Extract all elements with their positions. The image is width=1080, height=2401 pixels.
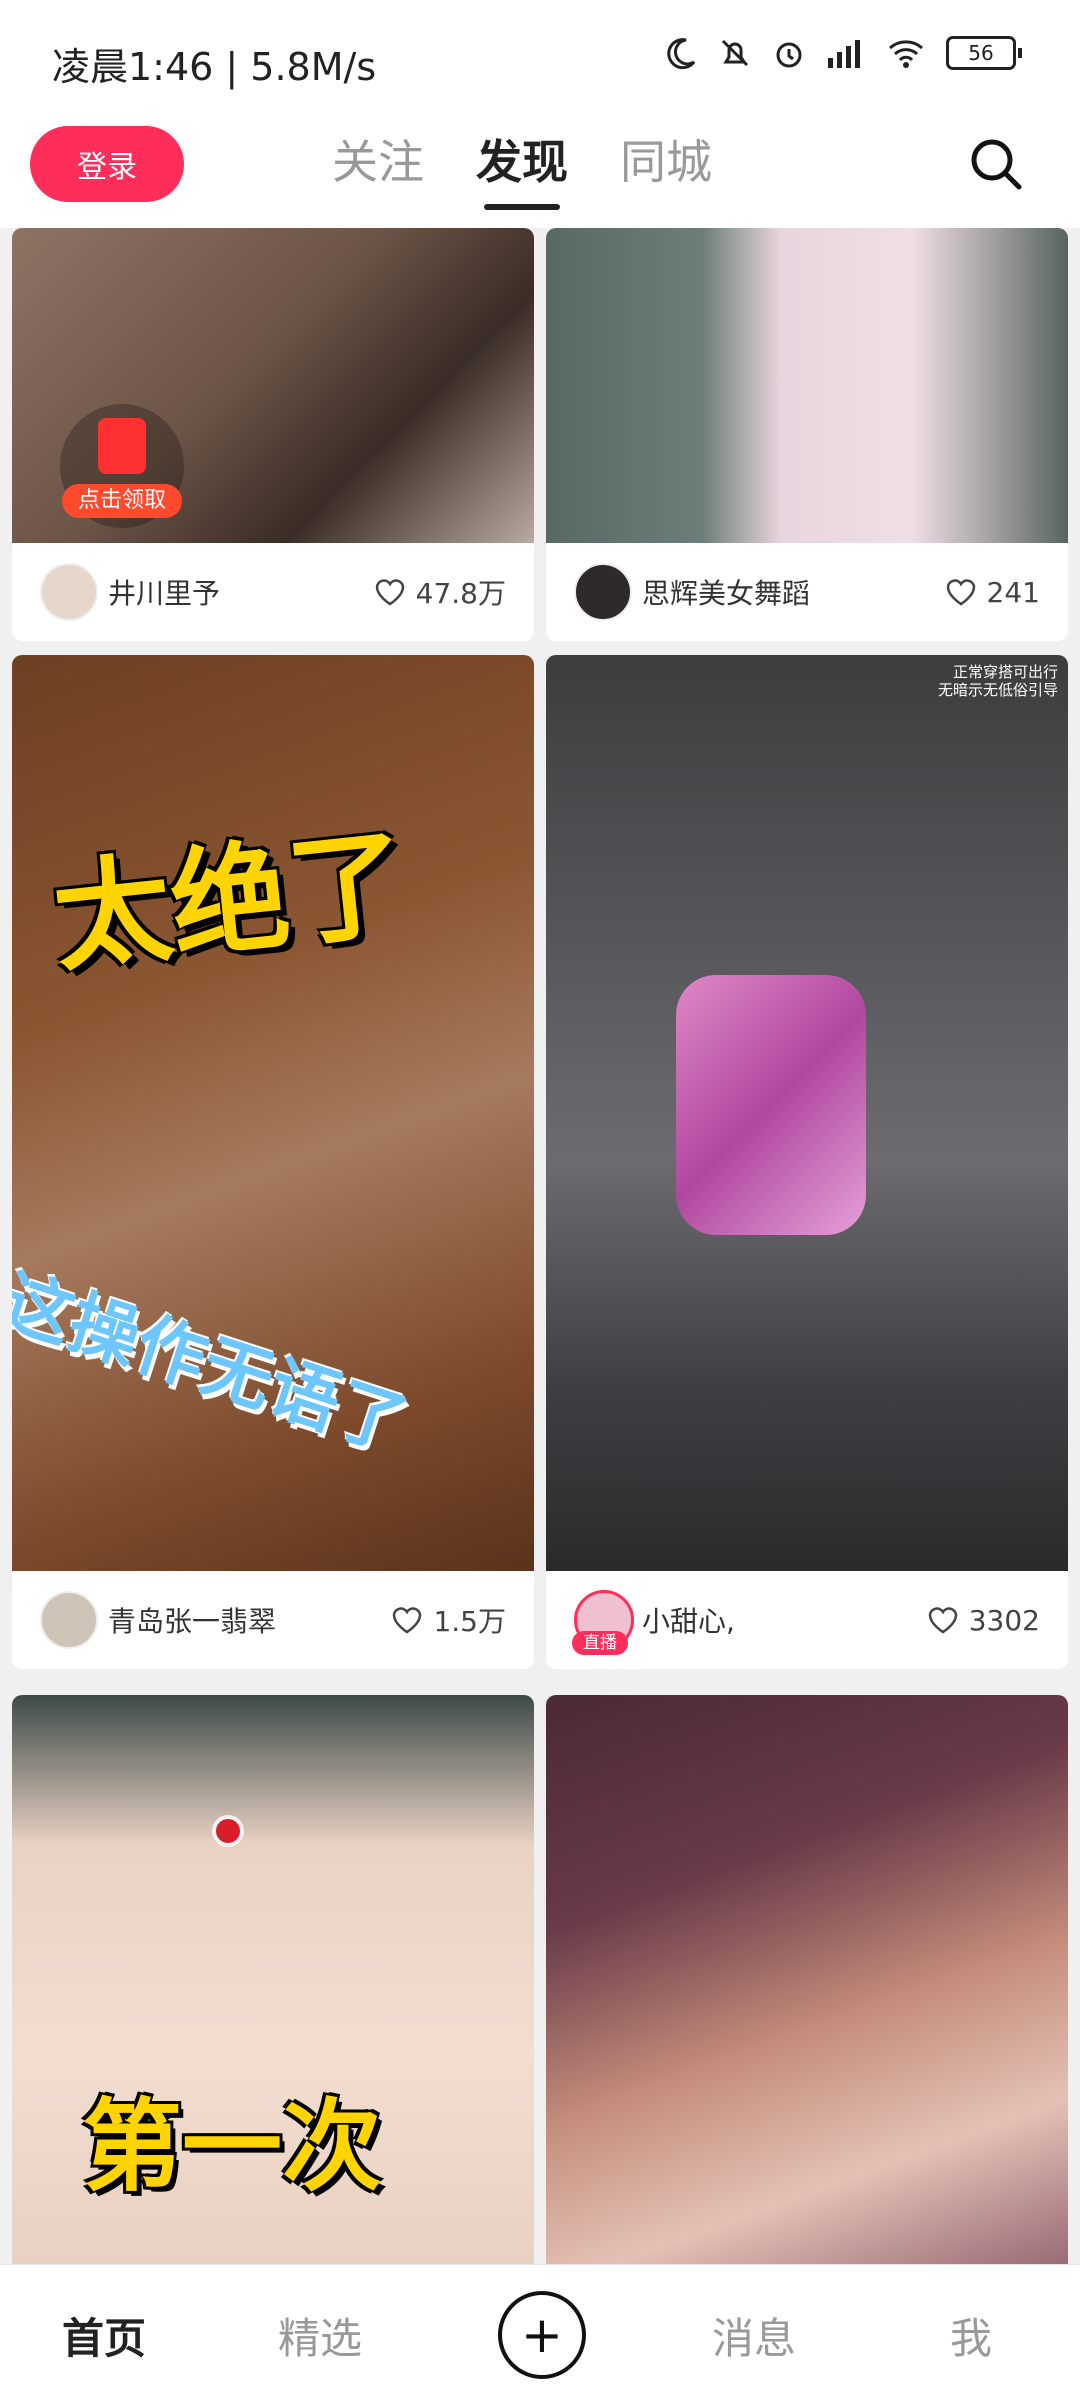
search-icon[interactable] — [968, 136, 1024, 192]
login-button[interactable]: 登录 — [30, 126, 184, 202]
video-thumbnail — [546, 228, 1068, 543]
muted-bell-icon — [721, 39, 749, 67]
like-button[interactable]: 47.8万 — [374, 572, 506, 612]
forehead-jewel — [212, 1815, 244, 1847]
avatar[interactable] — [40, 563, 98, 621]
avatar[interactable] — [40, 1591, 98, 1649]
heart-icon — [375, 579, 404, 606]
live-badge: 直播 — [572, 1631, 628, 1655]
nav-featured[interactable]: 精选 — [278, 2305, 362, 2366]
top-tabs: 关注 发现 同城 — [332, 126, 712, 210]
create-button[interactable]: + — [498, 2291, 586, 2379]
status-bar: 凌晨1:46 | 5.8M/s 56 — [0, 0, 1080, 118]
red-packet-icon — [98, 418, 146, 474]
tab-discover[interactable]: 发现 — [476, 126, 568, 210]
like-count: 3302 — [968, 1603, 1040, 1637]
status-time: 凌晨1:46 | 5.8M/s — [52, 45, 377, 89]
like-button[interactable]: 3302 — [927, 1604, 1040, 1637]
battery-icon: 56 — [946, 36, 1022, 70]
red-packet-badge[interactable]: 点击领取 — [60, 404, 184, 528]
card-meta: 青岛张一翡翠 1.5万 — [12, 1571, 534, 1669]
heart-icon — [946, 579, 975, 606]
video-thumbnail — [12, 655, 534, 1571]
top-bar: 登录 关注 发现 同城 — [0, 118, 1080, 228]
nav-messages[interactable]: 消息 — [712, 2305, 796, 2366]
heart-icon — [393, 1607, 422, 1634]
moon-icon — [667, 38, 696, 70]
feed-card[interactable]: 点击领取 井川里予 47.8万 — [12, 228, 534, 641]
author-name[interactable]: 小甜心, — [642, 1600, 735, 1640]
card-meta: 井川里予 47.8万 — [12, 543, 534, 641]
battery-level: 56 — [946, 36, 1016, 70]
like-count: 47.8万 — [415, 577, 506, 610]
tab-local[interactable]: 同城 — [620, 126, 712, 192]
like-button[interactable]: 1.5万 — [391, 1600, 506, 1640]
bottom-nav: 首页 精选 + 消息 我 — [0, 2264, 1080, 2401]
nav-home[interactable]: 首页 — [62, 2305, 146, 2366]
heart-icon — [928, 1607, 957, 1634]
feed-grid: 点击领取 井川里予 47.8万 思辉美女舞蹈 241 太绝了 这操作无语了 青岛… — [0, 228, 1080, 2264]
nav-me[interactable]: 我 — [950, 2305, 992, 2366]
feed-card[interactable]: 思辉美女舞蹈 241 — [546, 228, 1068, 641]
overlay-title: 第一次 — [82, 2088, 382, 2205]
author-name[interactable]: 青岛张一翡翠 — [108, 1600, 276, 1640]
feed-card[interactable]: 太绝了 这操作无语了 青岛张一翡翠 1.5万 — [12, 655, 534, 1669]
feed-card[interactable] — [546, 1695, 1068, 2264]
status-icons: 56 — [664, 36, 1022, 70]
wifi-icon — [889, 40, 923, 68]
feed-card[interactable]: 第一次 — [12, 1695, 534, 2264]
figure-shape — [676, 975, 866, 1235]
like-count: 1.5万 — [433, 1605, 506, 1638]
video-thumbnail — [546, 1695, 1068, 2264]
like-count: 241 — [986, 575, 1040, 609]
card-meta: 思辉美女舞蹈 241 — [546, 543, 1068, 641]
like-button[interactable]: 241 — [945, 576, 1040, 609]
overlay-disclaimer: 正常穿搭可出行 无暗示无低俗引导 — [937, 663, 1058, 699]
avatar[interactable] — [574, 563, 632, 621]
author-name[interactable]: 思辉美女舞蹈 — [642, 572, 810, 612]
alarm-icon — [776, 42, 802, 68]
signal-icon — [828, 40, 860, 68]
card-meta: 直播 小甜心, 3302 — [546, 1571, 1068, 1669]
feed-card[interactable]: 正常穿搭可出行 无暗示无低俗引导 直播 小甜心, 3302 — [546, 655, 1068, 1669]
author-name[interactable]: 井川里予 — [108, 572, 220, 612]
red-packet-label: 点击领取 — [62, 484, 182, 518]
tab-following[interactable]: 关注 — [332, 126, 424, 192]
